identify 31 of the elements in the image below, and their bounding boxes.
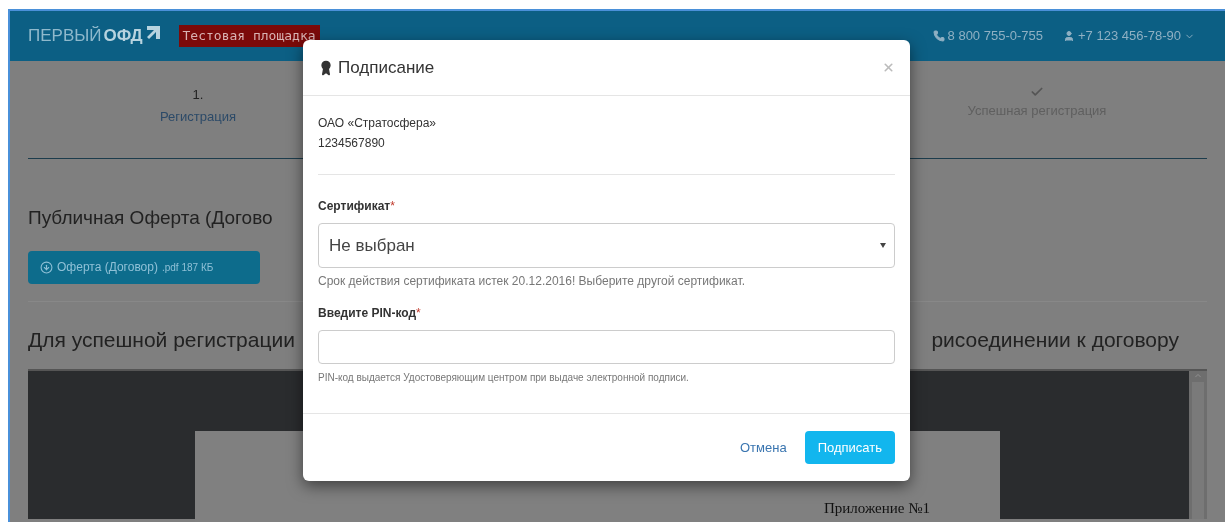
dialog-title: Подписание — [338, 56, 435, 79]
phone-number[interactable]: 8 800 755-0-755 — [947, 26, 1043, 46]
required-mark: * — [416, 305, 421, 322]
organization-inn: 1234567890 — [318, 135, 386, 152]
download-icon — [40, 260, 53, 274]
user-icon — [1063, 30, 1075, 42]
phone-icon — [932, 30, 945, 42]
required-mark: * — [390, 198, 395, 215]
offer-heading: Публичная Оферта (Догово — [28, 206, 273, 230]
pin-input-field[interactable] — [318, 330, 895, 364]
logo[interactable]: ПЕРВЫЙ ОФД — [28, 23, 161, 49]
dropdown-triangle-icon — [880, 243, 886, 248]
cancel-link[interactable]: Отмена — [740, 437, 787, 458]
arrow-logo-icon — [144, 24, 161, 41]
scrollbar[interactable] — [1189, 371, 1207, 519]
test-environment-badge: Тестовая площадка — [178, 25, 320, 47]
sign-button[interactable]: Подписать — [804, 431, 895, 464]
field-label: Сертификат — [318, 198, 391, 215]
document-text: Приложение №1 — [823, 498, 930, 518]
certificate-select[interactable]: Не выбран — [318, 223, 895, 268]
help-text: PIN-код выдается Удостоверяющим центром при выдаче электронной подписи. — [318, 371, 690, 385]
certificate-icon — [318, 59, 334, 76]
user-menu[interactable]: +7 123 456-78-90 — [1063, 26, 1195, 46]
organization-name: ОАО «Стратосфера» — [318, 115, 437, 132]
check-icon — [1030, 85, 1044, 99]
field-label: Введите PIN-код — [318, 305, 417, 322]
registration-heading: рисоединении к договору — [931, 326, 1179, 353]
registration-heading: Для успешной регистрации — [28, 326, 295, 353]
close-icon[interactable] — [882, 61, 895, 74]
download-offer-button[interactable]: Оферта (Договор) .pdf 187 КБ — [28, 250, 260, 284]
help-text: Срок действия сертификата истек 20.12.2016! Выберите другой сертификат. — [318, 273, 747, 290]
